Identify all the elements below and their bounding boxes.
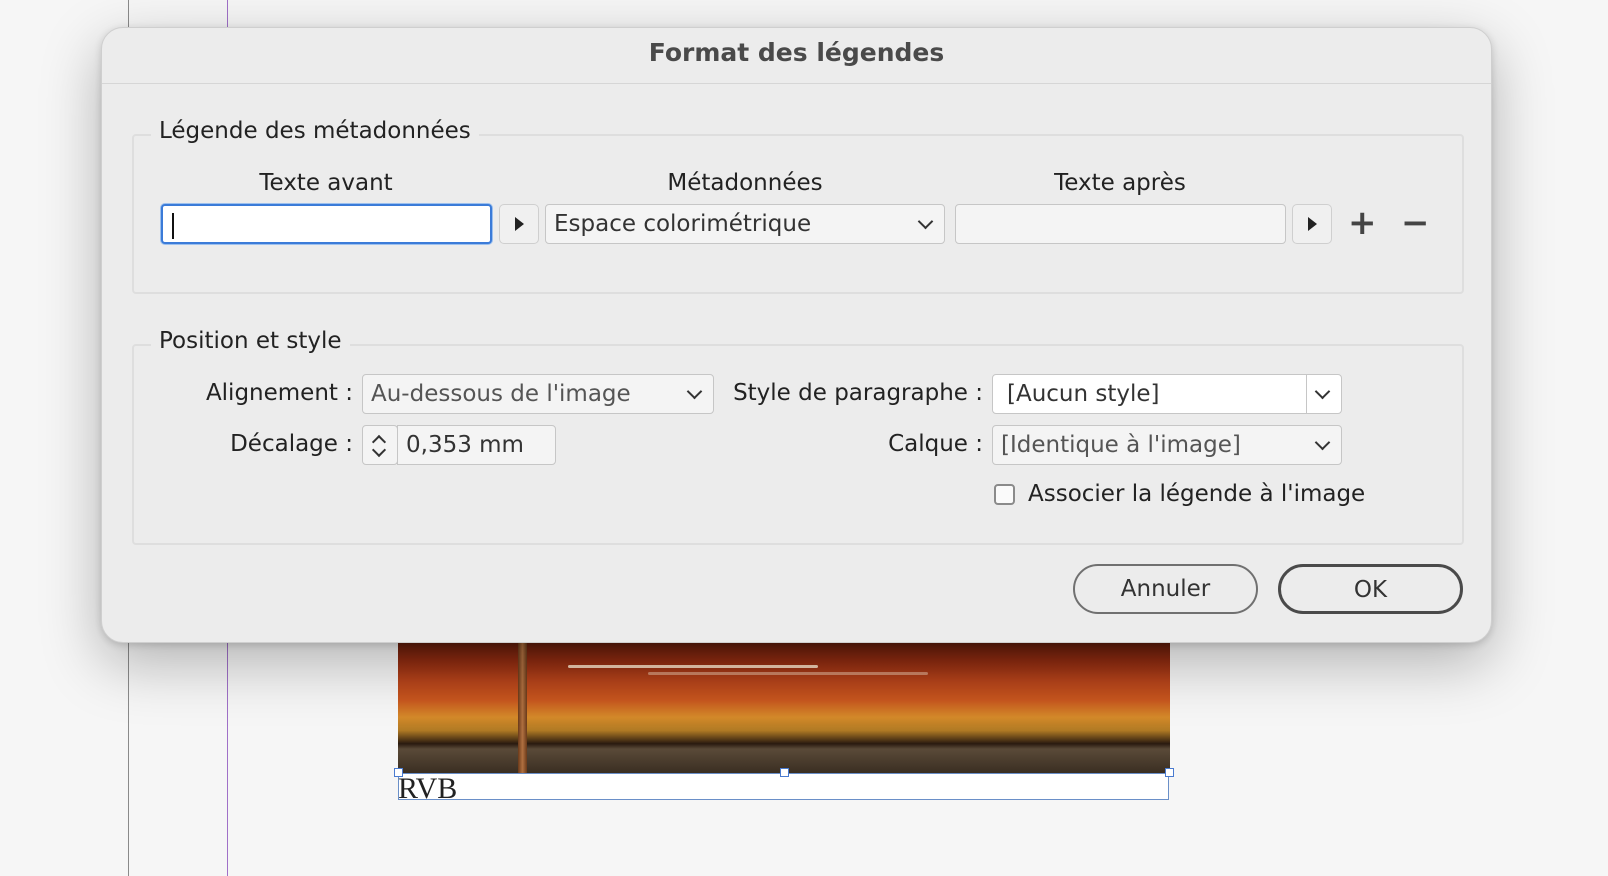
metadata-group-legend: Légende des métadonnées [151,118,479,144]
metadata-select-value: Espace colorimétrique [554,211,812,237]
position-group-legend: Position et style [151,328,350,354]
minus-icon[interactable]: − [1401,206,1430,240]
offset-input[interactable]: 0,353 mm [397,425,556,465]
text-before-insert-button[interactable] [499,204,539,244]
offset-label: Décalage : [230,431,353,457]
alignment-value: Au-dessous de l'image [371,381,631,407]
light-streak [648,672,928,675]
text-before-input[interactable] [161,204,492,244]
light-streak [568,665,818,668]
caption-text-frame[interactable] [398,773,1169,800]
plus-icon[interactable]: + [1348,206,1377,240]
layer-select[interactable]: [Identique à l'image] [992,425,1342,465]
chevron-down-icon [1314,434,1331,451]
chevron-down-icon[interactable] [1314,383,1331,400]
layer-label: Calque : [888,431,983,457]
paragraph-style-combo[interactable]: [Aucun style] [992,374,1342,414]
ok-button[interactable]: OK [1278,564,1463,614]
group-caption-label[interactable]: Associer la légende à l'image [1028,481,1365,507]
metadata-select[interactable]: Espace colorimétrique [545,204,945,244]
offset-stepper[interactable] [362,425,398,465]
placed-image[interactable] [398,640,1170,773]
title-separator [102,83,1491,84]
alignment-label: Alignement : [205,380,353,406]
text-after-insert-button[interactable] [1292,204,1332,244]
combo-divider [1306,375,1307,413]
caption-text: RVB [398,772,458,805]
alignment-select[interactable]: Au-dessous de l'image [362,374,714,414]
layer-value: [Identique à l'image] [1001,432,1241,458]
triangle-right-icon [1307,217,1317,231]
cancel-button[interactable]: Annuler [1073,564,1258,614]
paragraph-style-label: Style de paragraphe : [733,380,983,406]
triangle-right-icon [514,217,524,231]
frame-handle-center[interactable] [780,768,789,777]
paragraph-style-value: [Aucun style] [1007,381,1160,407]
image-pole [518,640,527,773]
frame-handle-left[interactable] [394,768,403,777]
dialog-title: Format des légendes [648,38,945,67]
text-cursor [172,213,174,239]
offset-value: 0,353 mm [406,432,524,458]
metadata-header: Métadonnées [667,170,823,196]
caption-format-dialog: Format des légendes Légende des métadonn… [101,27,1492,643]
text-after-header: Texte après [1054,170,1186,196]
group-caption-checkbox[interactable] [994,484,1015,505]
chevron-down-icon [917,213,934,230]
text-after-input[interactable] [955,204,1286,244]
chevron-down-icon [686,383,703,400]
frame-handle-right[interactable] [1165,768,1174,777]
text-before-header: Texte avant [259,170,393,196]
